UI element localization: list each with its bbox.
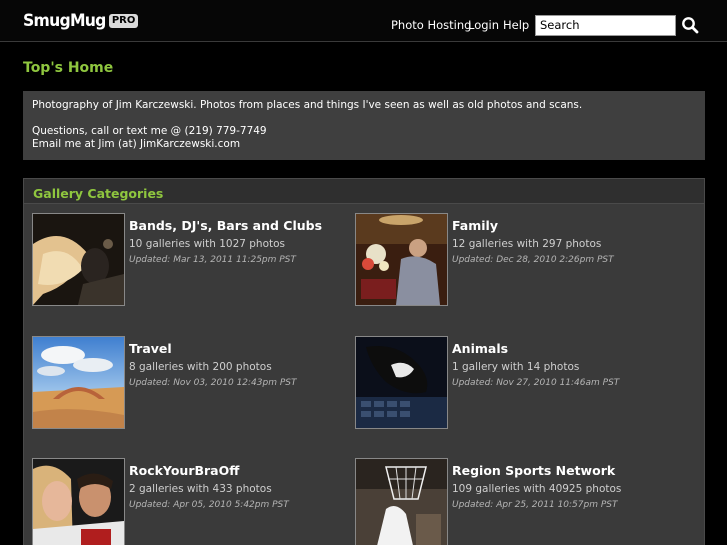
logo-text: SmugMug (23, 11, 106, 31)
gallery-categories-title: Gallery Categories (33, 186, 164, 201)
page-title: Top's Home (23, 60, 114, 76)
category-title[interactable]: Travel (129, 341, 172, 356)
category-title[interactable]: Region Sports Network (452, 463, 615, 478)
category-count: 10 galleries with 1027 photos (129, 238, 286, 250)
category-count: 2 galleries with 433 photos (129, 483, 272, 495)
category-thumbnail[interactable] (355, 336, 448, 429)
category-card[interactable]: RockYourBraOff 2 galleries with 433 phot… (32, 458, 352, 545)
nav-help-link[interactable]: Help (503, 18, 529, 32)
category-card[interactable]: Animals 1 gallery with 14 photos Updated… (355, 336, 675, 432)
category-title[interactable]: Bands, DJ's, Bars and Clubs (129, 218, 322, 233)
bio-contact-email: Email me at Jim (at) JimKarczewski.com (32, 138, 241, 150)
category-card[interactable]: Region Sports Network 109 galleries with… (355, 458, 675, 545)
category-title[interactable]: Animals (452, 341, 508, 356)
category-updated: Updated: Apr 25, 2011 10:57pm PST (452, 500, 618, 510)
category-updated: Updated: Mar 13, 2011 11:25pm PST (129, 255, 296, 265)
category-card[interactable]: Bands, DJ's, Bars and Clubs 10 galleries… (32, 213, 352, 309)
category-count: 1 gallery with 14 photos (452, 361, 580, 373)
search-input[interactable]: Search (535, 15, 676, 36)
nav-login-link[interactable]: Login (468, 18, 499, 32)
nav-photo-hosting-link[interactable]: Photo Hosting (391, 18, 471, 32)
category-thumbnail[interactable] (355, 458, 448, 545)
category-updated: Updated: Nov 27, 2010 11:46am PST (452, 378, 620, 388)
category-count: 109 galleries with 40925 photos (452, 483, 622, 495)
smugmug-logo[interactable]: SmugMug PRO (23, 11, 139, 31)
category-updated: Updated: Dec 28, 2010 2:26pm PST (452, 255, 614, 265)
category-thumbnail[interactable] (355, 213, 448, 306)
category-updated: Updated: Apr 05, 2010 5:42pm PST (129, 500, 289, 510)
bio-contact-phone: Questions, call or text me @ (219) 779-7… (32, 125, 267, 137)
category-thumbnail[interactable] (32, 336, 125, 429)
category-card[interactable]: Family 12 galleries with 297 photos Upda… (355, 213, 675, 309)
category-title[interactable]: RockYourBraOff (129, 463, 239, 478)
logo-pro-badge: PRO (108, 14, 139, 28)
category-updated: Updated: Nov 03, 2010 12:43pm PST (129, 378, 297, 388)
gallery-categories-panel: Gallery Categories Bands, DJ's, Bars and… (23, 178, 705, 545)
bio-panel: Photography of Jim Karczewski. Photos fr… (23, 91, 705, 160)
bio-description: Photography of Jim Karczewski. Photos fr… (32, 99, 583, 111)
gallery-categories-header: Gallery Categories (24, 179, 704, 204)
search-icon[interactable] (681, 16, 699, 34)
category-title[interactable]: Family (452, 218, 498, 233)
category-count: 12 galleries with 297 photos (452, 238, 602, 250)
top-bar: SmugMug PRO Photo Hosting Login Help Sea… (0, 0, 727, 42)
category-card[interactable]: Travel 8 galleries with 200 photos Updat… (32, 336, 352, 432)
category-count: 8 galleries with 200 photos (129, 361, 272, 373)
category-thumbnail[interactable] (32, 213, 125, 306)
category-thumbnail[interactable] (32, 458, 125, 545)
